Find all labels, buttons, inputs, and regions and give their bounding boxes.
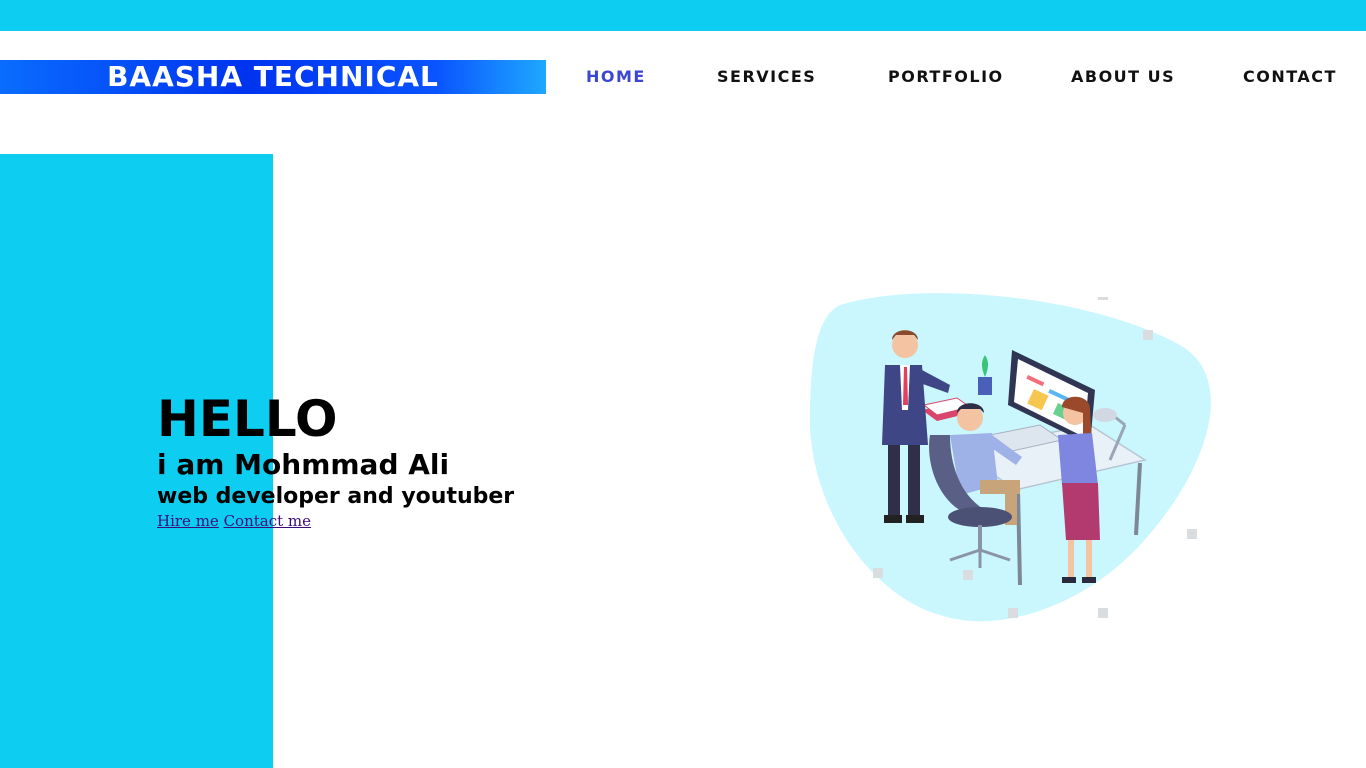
nav-services-link[interactable]: SERVICES — [717, 66, 816, 88]
top-accent-bar — [0, 0, 1366, 31]
contact-me-link[interactable]: Contact me — [224, 512, 311, 530]
hero-role: web developer and youtuber — [157, 484, 515, 509]
nav-portfolio-link[interactable]: PORTFOLIO — [888, 66, 1004, 88]
nav-home-link[interactable]: HOME — [586, 66, 646, 88]
nav-contact-link[interactable]: CONTACT — [1243, 66, 1337, 88]
hero-links: Hire me Contact me — [157, 512, 514, 530]
main-nav: HOME SERVICES PORTFOLIO ABOUT US CONTACT — [0, 66, 1366, 90]
hire-me-link[interactable]: Hire me — [157, 512, 219, 530]
hero-greeting: HELLO — [157, 390, 338, 448]
hero-section: HELLO i am Mohmmad Ali web developer and… — [157, 390, 514, 530]
hero-intro: i am Mohmmad Ali — [157, 448, 450, 481]
nav-about-us-link[interactable]: ABOUT US — [1071, 66, 1175, 88]
office-team-illustration — [800, 285, 1220, 630]
